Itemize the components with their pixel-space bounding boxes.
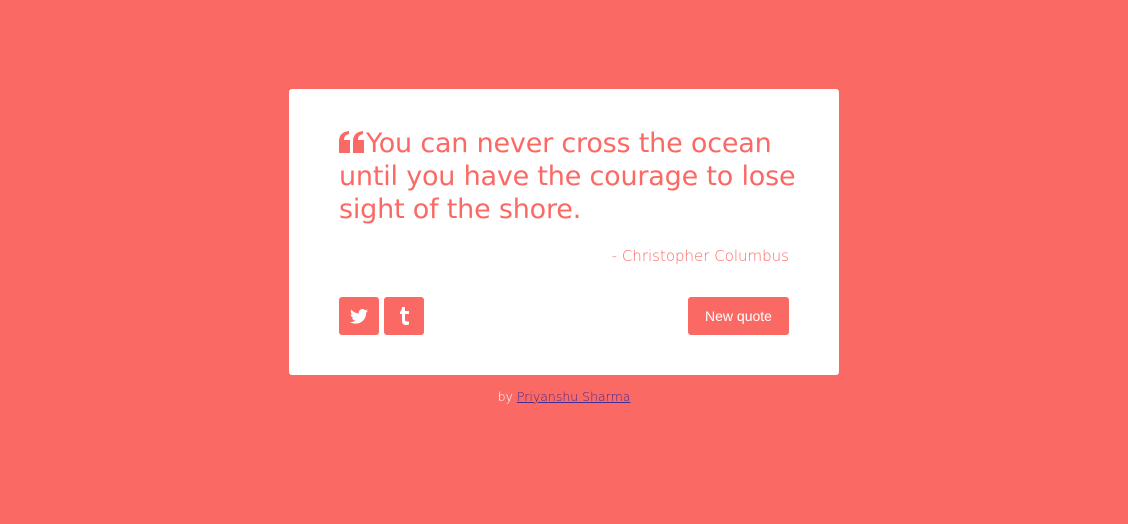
tweet-quote-button[interactable] [339,297,379,335]
quote-text-block: You can never cross the ocean until you … [339,127,799,226]
footer-prefix: by [497,389,513,404]
quote-box: You can never cross the ocean until you … [289,89,839,375]
footer-credit: by Priyanshu Sharma [0,389,1128,404]
quote-text: You can never cross the ocean until you … [339,128,796,225]
tumblr-quote-button[interactable] [384,297,424,335]
quote-author: - Christopher Columbus [611,247,789,265]
quote-left-icon [339,128,365,153]
tumblr-icon [399,307,409,325]
author-link[interactable]: Priyanshu Sharma [517,389,631,404]
twitter-icon [350,308,368,324]
new-quote-button[interactable]: New quote [688,297,789,335]
